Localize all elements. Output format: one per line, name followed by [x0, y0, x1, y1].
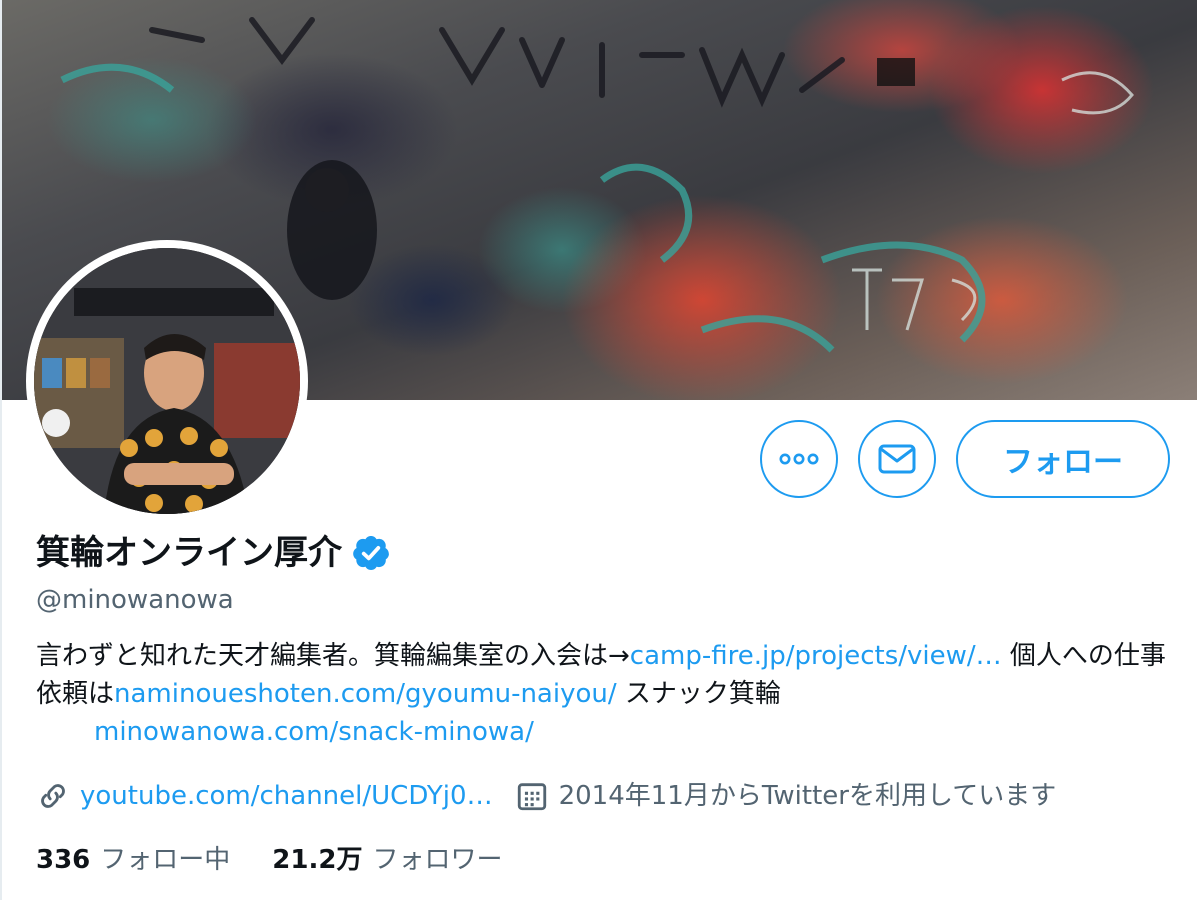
- profile-stats: 336 フォロー中 21.2万 フォロワー: [36, 840, 502, 880]
- profile-bio: 言わずと知れた天才編集者。箕輪編集室の入会は→camp-fire.jp/proj…: [36, 637, 1176, 751]
- display-name: 箕輪オンライン厚介: [36, 533, 342, 573]
- bio-link-snack-minowa[interactable]: minowanowa.com/snack-minowa/: [94, 717, 534, 747]
- following-label[interactable]: フォロー中: [100, 840, 230, 880]
- followers-count[interactable]: 21.2万: [272, 840, 362, 880]
- follow-button[interactable]: フォロー: [956, 420, 1170, 498]
- profile-name-row: 箕輪オンライン厚介: [36, 531, 390, 575]
- more-button[interactable]: [760, 420, 838, 498]
- bio-link-campfire[interactable]: camp-fire.jp/projects/view/…: [630, 641, 1002, 671]
- followers-label[interactable]: フォロワー: [372, 840, 502, 880]
- verified-badge-icon[interactable]: [352, 534, 390, 572]
- website-link[interactable]: youtube.com/channel/UCDYj0…: [80, 776, 493, 816]
- avatar-photo: [34, 248, 300, 514]
- message-button[interactable]: [858, 420, 936, 498]
- bio-link-naminoueshoten[interactable]: naminoueshoten.com/gyoumu-naiyou/: [114, 679, 617, 709]
- following-count[interactable]: 336: [36, 840, 90, 880]
- calendar-icon: [517, 783, 546, 811]
- profile-avatar[interactable]: [26, 240, 308, 522]
- bio-text: スナック箕輪: [616, 679, 807, 709]
- join-date: 2014年11月からTwitterを利用しています: [558, 781, 1057, 811]
- link-icon: [41, 784, 65, 808]
- more-icon: [779, 453, 819, 465]
- mail-icon: [878, 444, 916, 474]
- profile-meta: youtube.com/channel/UCDYj0… 2014年11月からTw…: [36, 776, 1056, 816]
- profile-page: フォロー 箕輪オンライン厚介 @minowanowa 言わずと知れた天才編集者。…: [0, 0, 1197, 900]
- bio-text: 言わずと知れた天才編集者。箕輪編集室の入会は→: [36, 641, 630, 671]
- user-handle: @minowanowa: [36, 585, 234, 615]
